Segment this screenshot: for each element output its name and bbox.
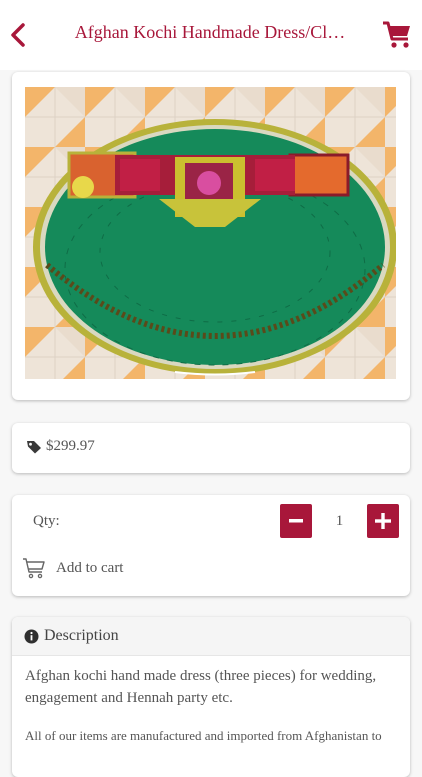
plus-icon xyxy=(375,513,391,529)
add-to-cart-label: Add to cart xyxy=(56,559,124,576)
quantity-card: Qty: 1 Add to cart xyxy=(12,495,410,596)
price-row: $299.97 xyxy=(26,438,95,455)
quantity-stepper[interactable]: 1 xyxy=(312,504,367,538)
description-card: Description Afghan kochi hand made dress… xyxy=(12,617,410,777)
product-image-card xyxy=(12,72,410,400)
price-card: $299.97 xyxy=(12,423,410,473)
shopping-cart-icon xyxy=(383,21,410,48)
price-value: $299.97 xyxy=(46,438,95,454)
product-image[interactable] xyxy=(25,87,396,379)
back-button[interactable] xyxy=(6,20,30,50)
app-header: Afghan Kochi Handmade Dress/Cl… xyxy=(0,0,422,70)
tag-icon xyxy=(27,440,41,453)
chevron-left-icon xyxy=(11,23,25,47)
minus-icon xyxy=(289,519,303,523)
dress-photo xyxy=(25,87,396,379)
cart-outline-icon xyxy=(23,558,45,579)
description-text: Afghan kochi hand made dress (three piec… xyxy=(25,668,377,706)
page-title: Afghan Kochi Handmade Dress/Cl… xyxy=(74,22,346,42)
cart-button[interactable] xyxy=(382,18,412,50)
info-icon xyxy=(24,629,39,643)
add-to-cart-button[interactable]: Add to cart xyxy=(22,557,123,579)
quantity-label: Qty: xyxy=(33,513,60,529)
description-title: Description xyxy=(44,627,119,644)
decrease-quantity-button[interactable] xyxy=(280,504,312,538)
increase-quantity-button[interactable] xyxy=(367,504,399,538)
description-header: Description xyxy=(12,617,410,656)
description-text-2: All of our items are manufactured and im… xyxy=(25,728,382,743)
